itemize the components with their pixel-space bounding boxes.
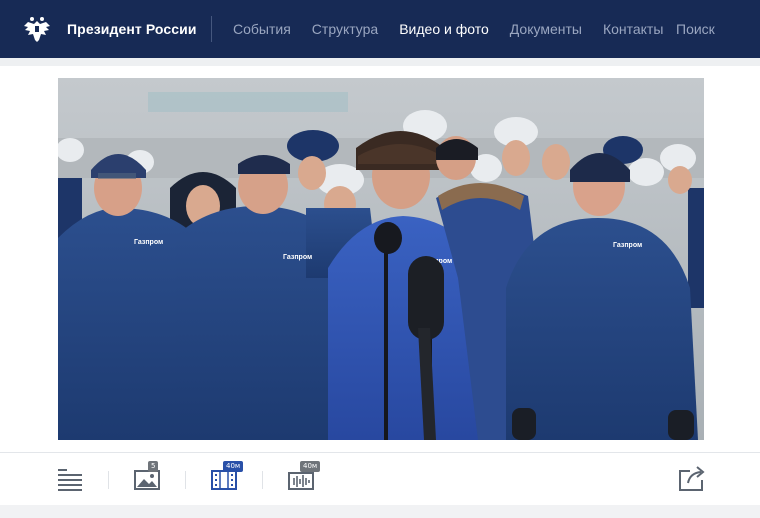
- nav-item-events[interactable]: События: [233, 21, 291, 37]
- svg-text:Газпром: Газпром: [613, 242, 642, 249]
- nav-item-contacts[interactable]: Контакты: [603, 21, 663, 37]
- text-lines-icon[interactable]: [56, 463, 86, 493]
- site-header: Президент России События Структура Видео…: [0, 0, 760, 58]
- site-title[interactable]: Президент России: [67, 0, 197, 58]
- nav-item-structure[interactable]: Структура: [312, 21, 378, 37]
- nav-item-search[interactable]: Поиск: [676, 0, 715, 58]
- media-toolbar: 5 40м 40м: [0, 452, 760, 505]
- double-headed-eagle-icon[interactable]: [22, 14, 52, 44]
- nav-item-documents[interactable]: Документы: [510, 21, 582, 37]
- photos-count-badge: 5: [148, 461, 159, 472]
- main-photo[interactable]: Газпром Газпром Газпром Газпром: [58, 78, 704, 440]
- main-nav: События Структура Видео и фото Документы…: [233, 0, 684, 58]
- video-button[interactable]: 40м: [210, 461, 244, 493]
- nav-item-video-photo[interactable]: Видео и фото: [399, 21, 489, 37]
- toolbar-separator: [108, 471, 109, 489]
- header-divider: [211, 16, 212, 42]
- audio-duration-badge: 40м: [300, 461, 321, 472]
- share-icon[interactable]: [677, 463, 707, 493]
- photo-illustration: Газпром Газпром Газпром Газпром: [58, 78, 704, 440]
- svg-text:Газпром: Газпром: [283, 254, 312, 261]
- svg-text:Газпром: Газпром: [134, 239, 163, 246]
- toolbar-separator: [185, 471, 186, 489]
- audio-button[interactable]: 40м: [287, 461, 321, 493]
- video-duration-badge: 40м: [223, 461, 244, 472]
- toolbar-separator: [262, 471, 263, 489]
- page-bottom-strip: [0, 505, 760, 518]
- photo-gallery-button[interactable]: 5: [133, 461, 163, 493]
